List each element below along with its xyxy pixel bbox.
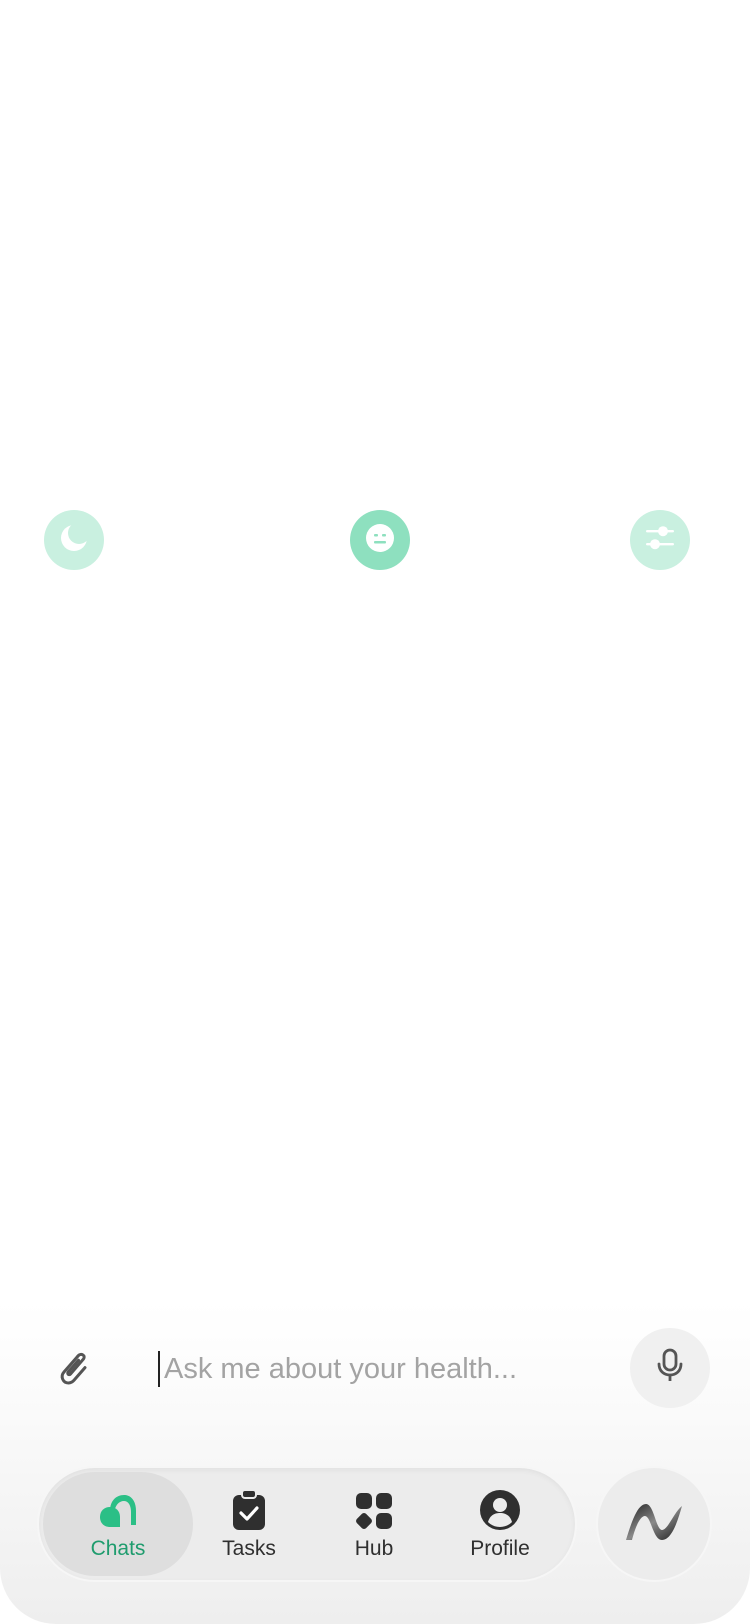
- tab-profile[interactable]: Profile: [425, 1472, 575, 1576]
- tab-tasks-label: Tasks: [222, 1537, 276, 1560]
- chats-icon: [98, 1487, 138, 1531]
- message-input[interactable]: [164, 1352, 564, 1386]
- moon-icon: [58, 521, 90, 559]
- grid-icon: [354, 1487, 394, 1531]
- clipboard-check-icon: [231, 1487, 267, 1531]
- assistant-button[interactable]: [596, 1466, 712, 1582]
- sleep-quick-button[interactable]: [44, 510, 104, 570]
- settings-quick-button[interactable]: [630, 510, 690, 570]
- tab-chats[interactable]: Chats: [43, 1472, 193, 1576]
- tab-hub-label: Hub: [354, 1537, 394, 1560]
- chat-screen: Chats Tasks Hub: [0, 0, 750, 1624]
- wave-logo-icon: [624, 1500, 684, 1549]
- tab-chats-label: Chats: [90, 1537, 146, 1560]
- attach-button[interactable]: [50, 1348, 94, 1392]
- user-circle-icon: [479, 1487, 521, 1531]
- tab-bar: Chats Tasks Hub Profile: [37, 1466, 577, 1582]
- sliders-icon: [643, 521, 677, 560]
- tab-profile-label: Profile: [470, 1537, 530, 1560]
- message-input-wrapper: [158, 1344, 578, 1394]
- microphone-icon: [655, 1348, 685, 1389]
- neutral-face-icon: [364, 522, 396, 559]
- paperclip-icon: [54, 1348, 90, 1393]
- text-caret: [158, 1351, 160, 1387]
- microphone-button[interactable]: [630, 1328, 710, 1408]
- mood-quick-button[interactable]: [350, 510, 410, 570]
